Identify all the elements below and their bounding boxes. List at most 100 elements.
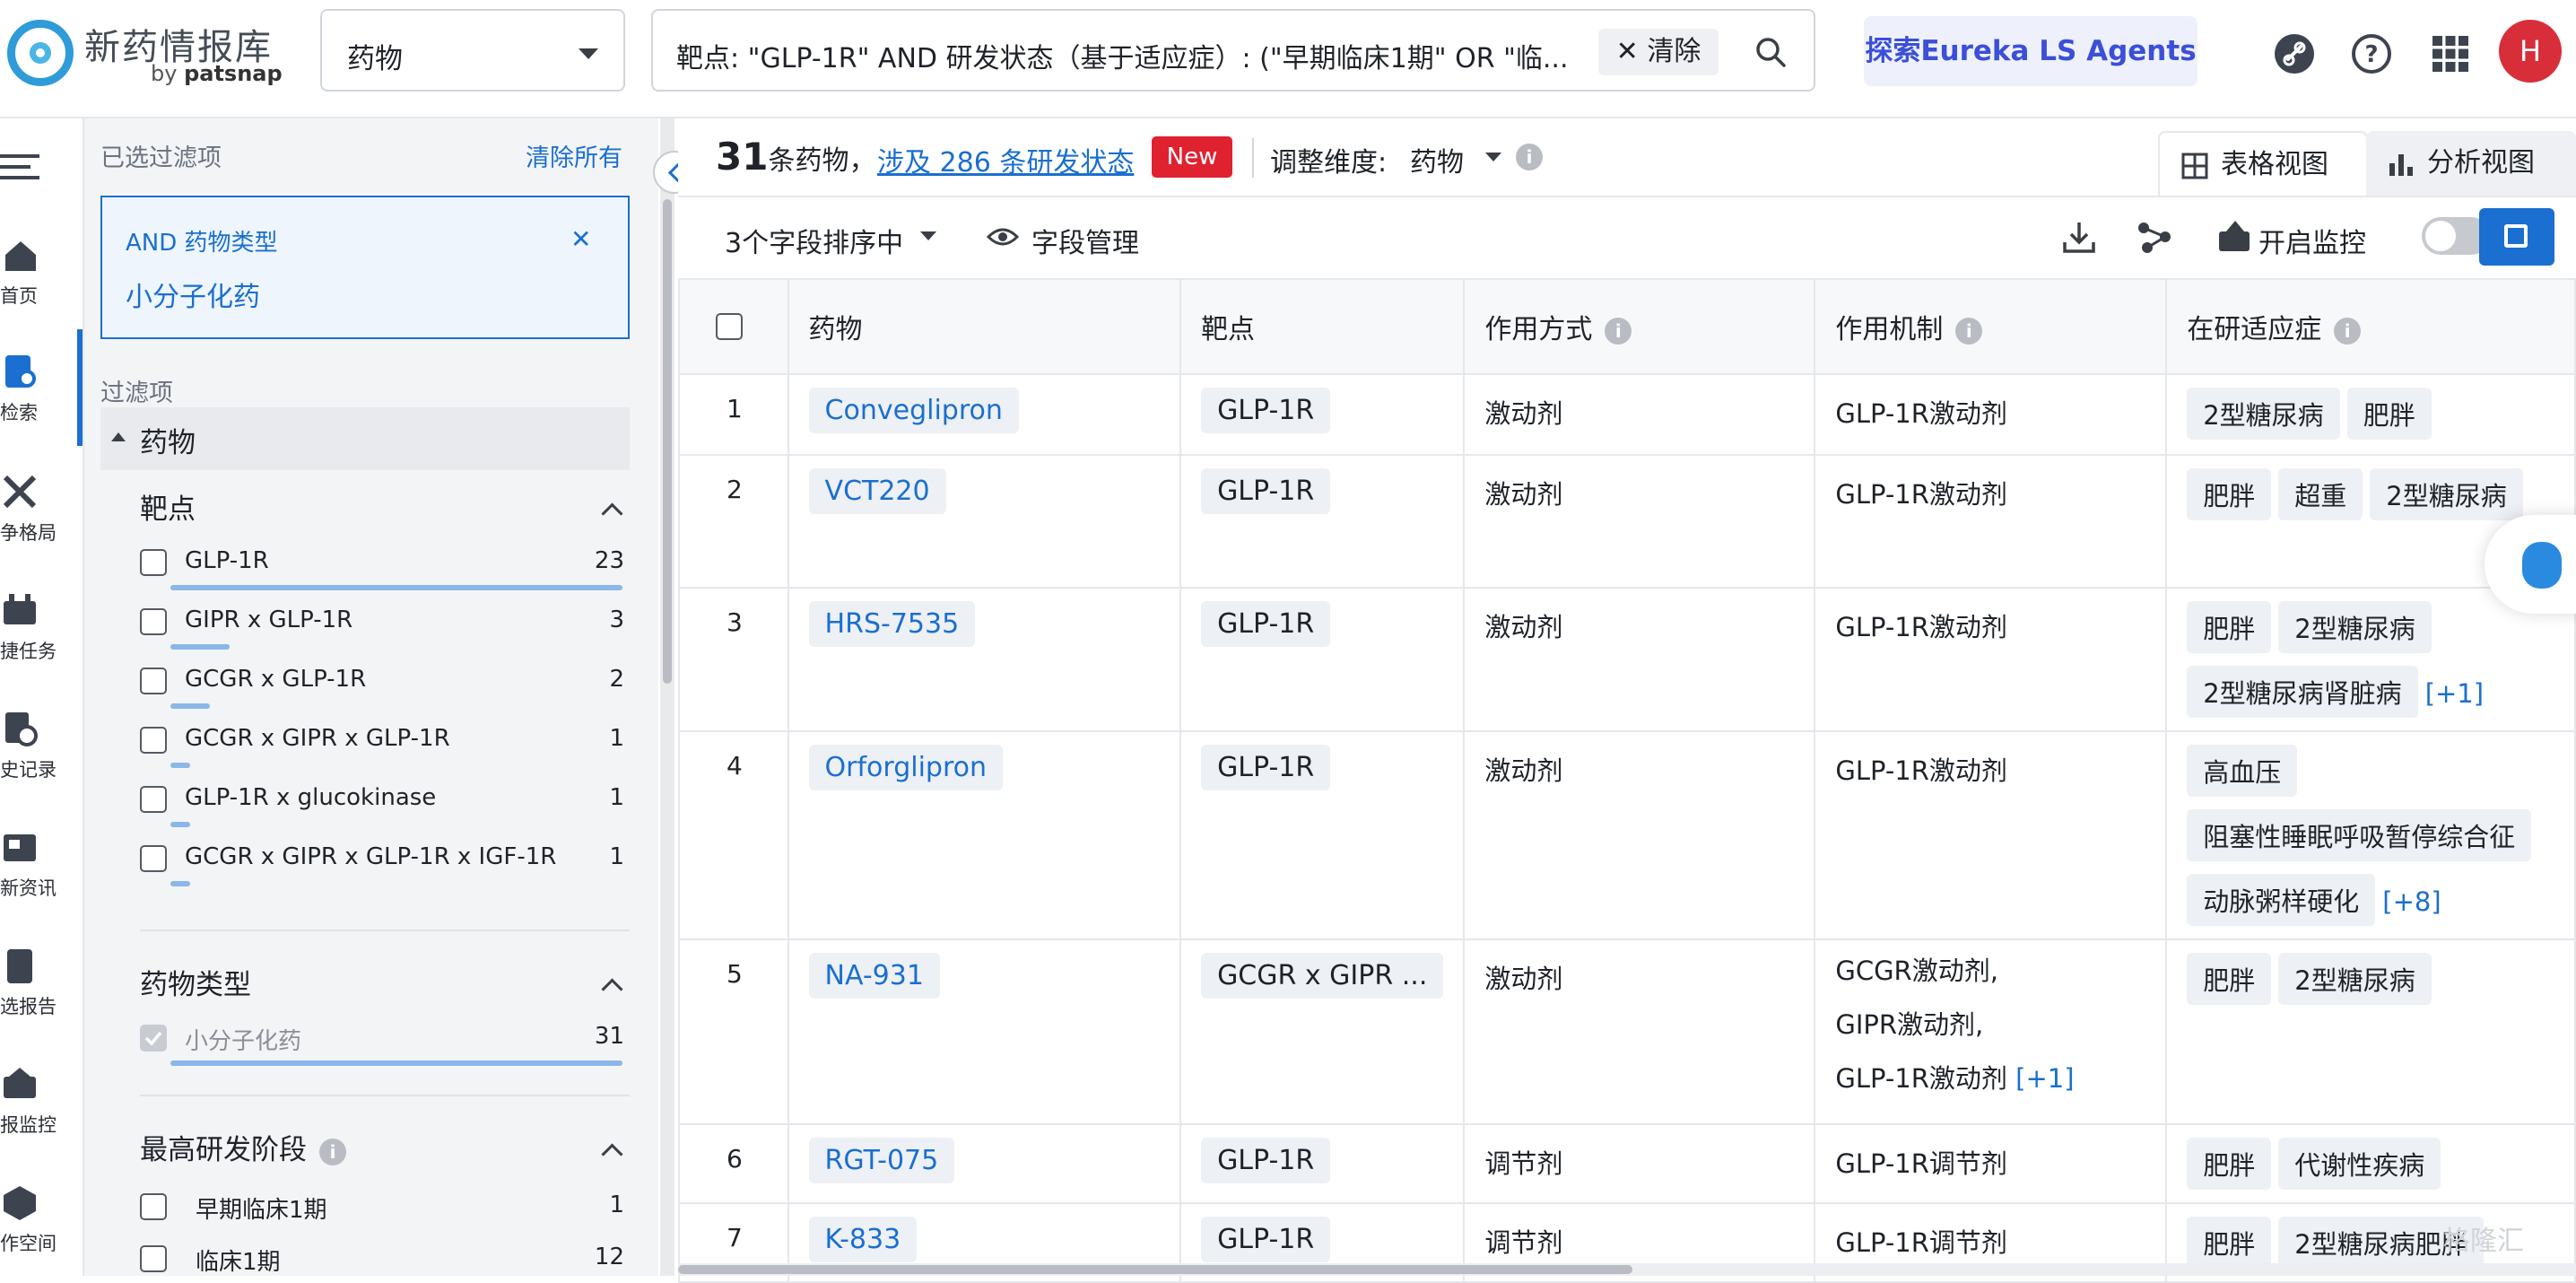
scrollbar-thumb[interactable] (678, 1265, 1632, 1274)
explore-agents-button[interactable]: 探索Eureka LS Agents (1864, 16, 2197, 86)
field-management-button[interactable]: 字段管理 (987, 221, 1139, 260)
help-icon[interactable]: ? (2350, 32, 2393, 75)
indication-tag[interactable]: 2型糖尿病 (2278, 601, 2432, 653)
indication-tag[interactable]: 肥胖 (2187, 1217, 2272, 1269)
table-row[interactable]: 3 HRS-7535 GLP-1R 激动剂 GLP-1R激动剂 肥胖 2型糖尿病 … (678, 587, 2576, 732)
info-icon[interactable]: i (319, 1138, 346, 1165)
more-mechanisms-link[interactable]: [+1] (2015, 1063, 2074, 1094)
filter-group-drug[interactable]: 药物 (100, 407, 630, 470)
remove-filter-close-icon[interactable]: ✕ (570, 224, 591, 254)
filter-option-phase1[interactable]: 临床1期 12 (140, 1244, 624, 1279)
indication-tag[interactable]: 阻塞性睡眠呼吸暂停综合征 (2187, 809, 2532, 861)
target-tag[interactable]: GLP-1R (1201, 745, 1331, 790)
nav-item-home[interactable]: 首页 (0, 237, 83, 318)
info-icon[interactable]: i (2334, 317, 2362, 345)
nav-item-history[interactable]: 史记录 (0, 711, 83, 791)
clear-all-filters-link[interactable]: 清除所有 (526, 138, 622, 173)
table-row[interactable]: 5 NA-931 GCGR x GIPR ... 激动剂 GCGR激动剂, GI… (678, 938, 2576, 1125)
indication-tag[interactable]: 2型糖尿病 (2278, 953, 2432, 1005)
info-icon[interactable]: i (1516, 144, 1543, 170)
tab-analysis-view[interactable]: 分析视图 (2366, 131, 2576, 196)
column-header-mechanism[interactable]: 作用机制 i (1814, 278, 2168, 375)
assistant-bot-icon[interactable] (2485, 515, 2576, 614)
column-header-target[interactable]: 靶点 (1179, 278, 1466, 375)
nav-item-news[interactable]: 新资讯 (0, 829, 83, 910)
workspace-tool-button[interactable] (2479, 208, 2554, 266)
filter-section-title-highest-phase[interactable]: 最高研发阶段 i (140, 1127, 346, 1167)
dev-status-link[interactable]: 涉及 286 条研发状态 (877, 140, 1134, 179)
nav-item-reports[interactable]: 选报告 (0, 947, 83, 1028)
select-all-cell[interactable] (678, 278, 789, 375)
drug-link[interactable]: Orforglipron (808, 745, 1004, 790)
search-query-text[interactable]: 靶点: "GLP-1R" AND 研发状态（基于适应症）: ("早期临床1期" … (676, 36, 1573, 75)
drug-link[interactable]: VCT220 (808, 468, 946, 514)
filter-option-glp1r-glucokinase[interactable]: GLP-1R x glucokinase 1 (140, 784, 624, 827)
drug-link[interactable]: RGT-075 (808, 1138, 955, 1183)
nav-item-search[interactable]: 检索 (0, 353, 83, 434)
chevron-up-icon[interactable] (601, 502, 623, 525)
table-row[interactable]: 6 RGT-075 GLP-1R 调节剂 GLP-1R调节剂 肥胖 代谢性疾病 (678, 1123, 2576, 1204)
table-horizontal-scrollbar[interactable] (678, 1263, 2576, 1276)
chevron-down-icon[interactable] (1485, 153, 1501, 161)
target-tag[interactable]: GLP-1R (1201, 1138, 1331, 1183)
filter-option-gcgr-gipr-glp1r-igf1r[interactable]: GCGR x GIPR x GLP-1R x IGF-1R 1 (140, 843, 624, 886)
indication-tag[interactable]: 肥胖 (2187, 601, 2272, 653)
info-icon[interactable]: i (1605, 317, 1632, 345)
filter-option-gcgr-glp1r[interactable]: GCGR x GLP-1R 2 (140, 666, 624, 709)
table-row[interactable]: 1 Conveglipron GLP-1R 激动剂 GLP-1R激动剂 2型糖尿… (678, 373, 2576, 456)
checkbox[interactable] (140, 786, 167, 813)
filter-option-small-molecule[interactable]: 小分子化药 31 (140, 1023, 624, 1066)
drug-link[interactable]: Conveglipron (808, 388, 1019, 433)
checkbox[interactable] (140, 668, 167, 694)
indication-tag[interactable]: 肥胖 (2187, 953, 2272, 1005)
link-icon[interactable] (2273, 32, 2316, 75)
checkbox[interactable] (140, 549, 167, 576)
drug-link[interactable]: HRS-7535 (808, 601, 976, 647)
nav-item-tasks[interactable]: 捷任务 (0, 592, 83, 673)
chevron-up-icon[interactable] (601, 978, 623, 1000)
indication-tag[interactable]: 肥胖 (2187, 1138, 2272, 1190)
more-indications-link[interactable]: [+8] (2382, 886, 2441, 917)
drug-link[interactable]: NA-931 (808, 953, 940, 999)
user-avatar[interactable]: H (2499, 20, 2562, 83)
filter-section-title-drug-type[interactable]: 药物类型 (140, 962, 251, 1002)
table-row[interactable]: 2 VCT220 GLP-1R 激动剂 GLP-1R激动剂 肥胖 超重 2型糖尿病 (678, 454, 2576, 589)
indication-tag[interactable]: 高血压 (2187, 745, 2298, 797)
indication-tag[interactable]: 2型糖尿病 (2370, 468, 2523, 520)
nav-item-workspace[interactable]: 作空间 (0, 1184, 83, 1265)
checkbox[interactable] (140, 608, 167, 635)
indication-tag[interactable]: 超重 (2278, 468, 2363, 520)
filter-panel-scrollbar[interactable] (660, 118, 674, 1276)
target-tag[interactable]: GLP-1R (1201, 601, 1331, 647)
network-icon[interactable] (2135, 219, 2174, 255)
target-tag[interactable]: GLP-1R (1201, 468, 1331, 514)
drug-link[interactable]: K-833 (808, 1217, 918, 1262)
chevron-up-icon[interactable] (601, 1143, 623, 1165)
checkbox-checked[interactable] (140, 1025, 167, 1052)
apps-grid-icon[interactable] (2429, 32, 2472, 75)
filter-option-early-phase1[interactable]: 早期临床1期 1 (140, 1191, 624, 1227)
chevron-down-icon[interactable] (920, 231, 936, 240)
info-icon[interactable]: i (1955, 317, 1983, 345)
indication-tag[interactable]: 2型糖尿病肾脏病 (2187, 666, 2418, 718)
select-all-checkbox[interactable] (716, 313, 743, 340)
target-tag[interactable]: GLP-1R (1201, 388, 1331, 433)
filter-option-glp1r[interactable]: GLP-1R 23 (140, 547, 624, 590)
nav-item-monitor[interactable]: 报监控 (0, 1066, 83, 1147)
scrollbar-thumb[interactable] (663, 199, 672, 684)
dimension-select[interactable]: 药物 (1410, 140, 1464, 179)
indication-tag[interactable]: 代谢性疾病 (2278, 1138, 2441, 1190)
nav-item-landscape[interactable]: 争格局 (0, 474, 83, 554)
indication-tag[interactable]: 动脉粥样硬化 (2187, 874, 2376, 926)
table-row[interactable]: 4 Orforglipron GLP-1R 激动剂 GLP-1R激动剂 高血压 … (678, 730, 2576, 940)
indication-tag[interactable]: 2型糖尿病 (2187, 388, 2340, 440)
sort-menu[interactable]: 3个字段排序中 (725, 221, 903, 260)
checkbox[interactable] (140, 1193, 167, 1220)
filter-option-gipr-glp1r[interactable]: GIPR x GLP-1R 3 (140, 607, 624, 650)
column-header-indication[interactable]: 在研适应症 i (2165, 278, 2576, 375)
nav-collapse-button[interactable] (0, 145, 83, 199)
filter-option-gcgr-gipr-glp1r[interactable]: GCGR x GIPR x GLP-1R 1 (140, 725, 624, 768)
patsnap-logo-icon[interactable] (7, 20, 74, 86)
clear-query-button[interactable]: ✕ 清除 (1598, 29, 1719, 75)
checkbox[interactable] (140, 1245, 167, 1272)
